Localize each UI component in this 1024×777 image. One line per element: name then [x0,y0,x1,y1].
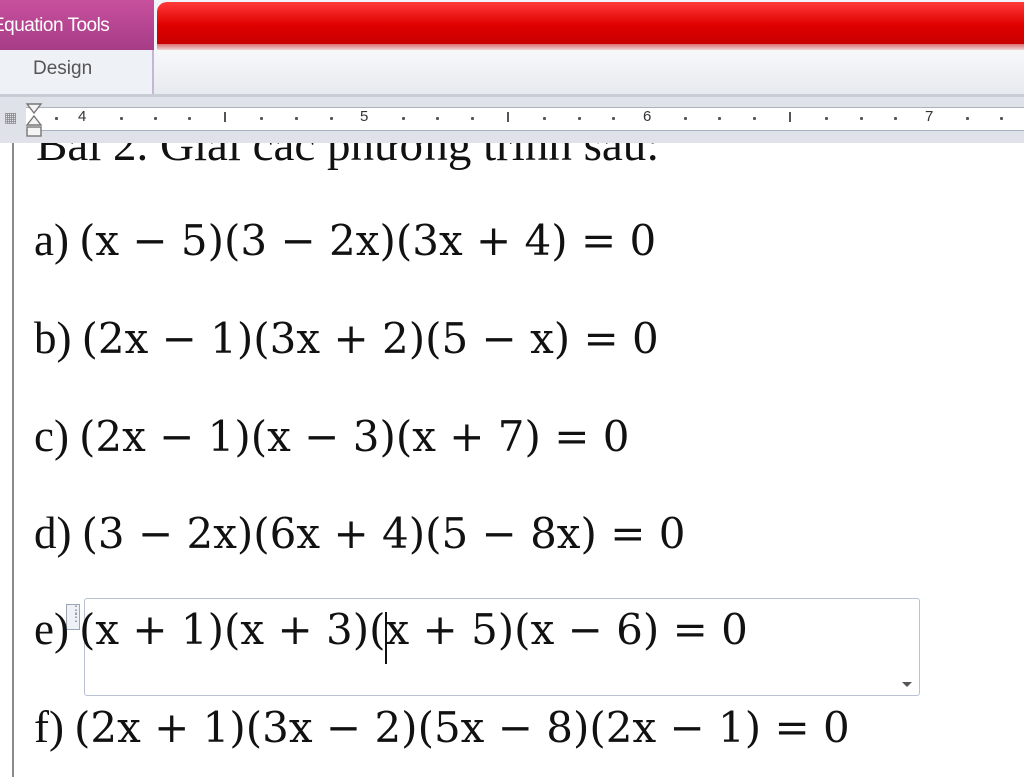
chevron-down-icon[interactable] [896,664,918,692]
equation-expression[interactable]: (x − 5)(3 − 2x)(3x + 4) = 0 [79,216,656,265]
ruler-mark [295,117,298,120]
equation-row: e) (x + 1)(x + 3)(x + 5)(x − 6) = 0 [34,603,748,655]
ruler-mark [224,112,226,122]
ruler-number: 7 [925,108,934,125]
ruler-mark [1000,117,1003,120]
equation-label: a) [34,215,69,265]
page-margin-line [12,143,14,777]
equation-expression[interactable]: (3 − 2x)(6x + 4)(5 − 8x) = 0 [82,509,686,558]
equation-label: d) [34,508,72,558]
ruler-mark [402,117,405,120]
indent-marker-icon[interactable] [24,102,44,138]
ruler-mark [330,117,333,120]
equation-row: c) (2x − 1)(x − 3)(x + 7) = 0 [34,410,630,462]
equation-label: e) [34,604,69,654]
ruler-mark [860,117,863,120]
ruler-mark [188,117,191,120]
equation-label: b) [34,313,72,363]
tab-design-label: Design [33,58,93,79]
equation-expression[interactable]: (2x + 1)(3x − 2)(5x − 8)(2x − 1) = 0 [74,703,850,752]
equation-expression[interactable]: (2x − 1)(x − 3)(x + 7) = 0 [79,412,630,461]
equation-label: f) [34,702,64,752]
ruler-mark [718,117,721,120]
exercise-title: Bài 2. Giải các phương trình sau: [36,143,660,171]
ruler-number: 6 [643,108,652,125]
ruler-mark [543,117,546,120]
ruler-number: 5 [360,108,369,125]
ruler-mark [471,117,474,120]
equation-row: d) (3 − 2x)(6x + 4)(5 − 8x) = 0 [34,507,686,559]
ruler-mark [507,112,509,122]
equation-row: b) (2x − 1)(3x + 2)(5 − x) = 0 [34,312,659,364]
ruler-mark [966,117,969,120]
ruler-mark [789,112,791,122]
ruler-mark [753,117,756,120]
ruler-mark [578,117,581,120]
equation-tools-label: Equation Tools [0,15,110,36]
ruler-mark [260,117,263,120]
ruler-mark [825,117,828,120]
ruler-mark [612,117,615,120]
equation-tools-context-tab[interactable]: Equation Tools [0,0,154,50]
equation-row: a) (x − 5)(3 − 2x)(3x + 4) = 0 [34,214,656,266]
ruler-number: 4 [78,108,87,125]
ruler-mark [684,117,687,120]
equation-expression[interactable]: (x + 1)(x + 3)(x + 5)(x − 6) = 0 [79,605,748,654]
tab-selector-icon[interactable]: ▦ [4,110,20,126]
ruler-mark [894,117,897,120]
horizontal-ruler[interactable] [26,107,1024,131]
ribbon-title-band [157,2,1024,44]
ruler-mark [154,117,157,120]
ruler-mark [55,117,58,120]
equation-expression[interactable]: (2x − 1)(3x + 2)(5 − x) = 0 [82,314,659,363]
ruler-mark [120,117,123,120]
equation-row: f) (2x + 1)(3x − 2)(5x − 8)(2x − 1) = 0 [34,701,850,753]
title-clip: Bài 2. Giải các phương trình sau: [0,143,1024,203]
ruler-mark [436,117,439,120]
text-cursor [385,612,387,664]
equation-label: c) [34,411,69,461]
